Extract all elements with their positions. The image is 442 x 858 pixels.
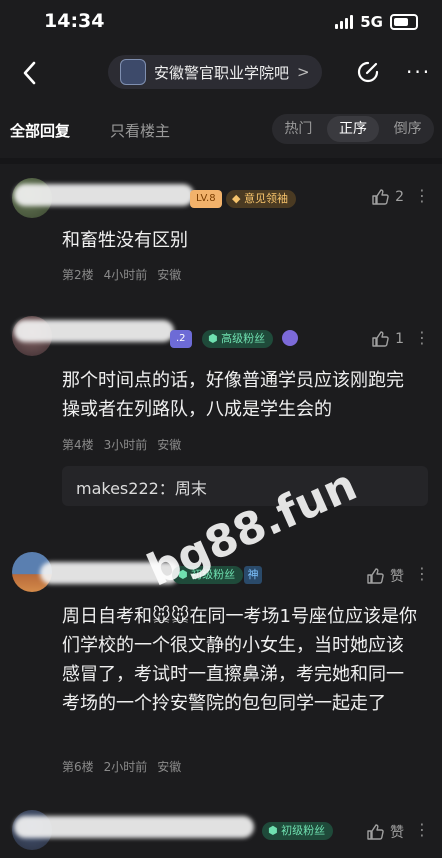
badge-label: 高级粉丝 bbox=[221, 332, 266, 345]
junior-fan-badge: ⬢ 初级粉丝 bbox=[172, 566, 244, 584]
sub-reply-user[interactable]: makes222： bbox=[76, 479, 175, 498]
level-badge: LV.8 bbox=[190, 190, 222, 208]
fan-level-icon: ⬢ bbox=[268, 824, 278, 837]
junior-fan-badge: ⬢ 初级粉丝 bbox=[262, 822, 334, 840]
fan-level-icon: ⬢ bbox=[178, 568, 188, 581]
thumbs-up-icon bbox=[367, 568, 384, 584]
reply-post: .2 ⬢ 高级粉丝 1 ⋮ 那个时间点的话，好像普通学员应该刚跑完操或者在列路队… bbox=[0, 308, 442, 518]
more-vertical-icon[interactable]: ⋮ bbox=[414, 564, 430, 583]
like-button[interactable]: 赞 bbox=[366, 566, 404, 586]
forum-pill[interactable]: 安徽警官职业学院吧 > bbox=[108, 55, 322, 89]
fan-level-icon: ⬢ bbox=[208, 332, 218, 345]
more-vertical-icon[interactable]: ⋮ bbox=[414, 328, 430, 347]
redacted-username bbox=[40, 562, 180, 584]
status-icons: 5G bbox=[335, 13, 418, 31]
post-time: 4小时前 bbox=[103, 268, 148, 282]
floor-number: 第4楼 bbox=[62, 438, 94, 452]
thumbs-up-icon bbox=[367, 824, 384, 840]
diamond-icon: ◆ bbox=[232, 192, 241, 205]
ip-location: 安徽 bbox=[157, 438, 182, 452]
reply-post: ⬢ 初级粉丝 赞 ⋮ bbox=[0, 800, 442, 858]
post-time: 2小时前 bbox=[103, 760, 148, 774]
battery-icon bbox=[390, 14, 418, 30]
forum-name: 安徽警官职业学院吧 bbox=[154, 63, 290, 82]
god-tag: 神 bbox=[244, 566, 262, 584]
badge-label: 初级粉丝 bbox=[281, 824, 326, 837]
sort-hot[interactable]: 热门 bbox=[272, 116, 325, 142]
clock: 14:34 bbox=[44, 10, 105, 32]
reply-post: ⬢ 初级粉丝 神 赞 ⋮ 周日自考和🐭🐭在同一考场1号座位应该是你们学校的一个很… bbox=[0, 540, 442, 790]
redacted-username bbox=[14, 320, 174, 342]
reply-tabs: 全部回复 只看楼主 热门 正序 倒序 bbox=[0, 110, 442, 150]
level-badge: .2 bbox=[170, 330, 192, 348]
forum-logo bbox=[120, 59, 146, 85]
like-button[interactable]: 1 bbox=[371, 330, 404, 348]
section-divider bbox=[0, 158, 442, 164]
sub-reply-text: 周末 bbox=[174, 479, 207, 498]
tab-all-replies[interactable]: 全部回复 bbox=[10, 120, 70, 141]
post-time: 3小时前 bbox=[103, 438, 148, 452]
reply-meta: 第6楼 2小时前 安徽 bbox=[62, 758, 191, 775]
badge-label: 初级粉丝 bbox=[191, 568, 236, 581]
ip-location: 安徽 bbox=[157, 268, 182, 282]
like-button[interactable]: 赞 bbox=[366, 822, 404, 842]
chevron-right-icon: > bbox=[297, 63, 310, 81]
chevron-left-icon bbox=[23, 61, 36, 85]
edit-icon[interactable] bbox=[356, 60, 380, 84]
sub-reply: makes222：周末 bbox=[76, 475, 207, 499]
sort-descending[interactable]: 倒序 bbox=[381, 116, 434, 142]
more-icon[interactable]: ··· bbox=[406, 60, 431, 84]
tab-op-only[interactable]: 只看楼主 bbox=[110, 120, 170, 141]
badge-label: 意见领袖 bbox=[243, 192, 288, 205]
reply-content: 那个时间点的话，好像普通学员应该刚跑完操或者在列路队，八成是学生会的 bbox=[62, 370, 404, 420]
network-label: 5G bbox=[360, 13, 383, 31]
thumbs-up-icon bbox=[372, 331, 389, 347]
floor-number: 第6楼 bbox=[62, 760, 94, 774]
like-count: 1 bbox=[395, 331, 404, 347]
back-button[interactable] bbox=[18, 58, 42, 88]
senior-fan-badge: ⬢ 高级粉丝 bbox=[202, 330, 274, 348]
like-count: 2 bbox=[395, 189, 404, 205]
like-button[interactable]: 2 bbox=[371, 188, 404, 206]
opinion-leader-badge: ◆ 意见领袖 bbox=[226, 190, 296, 208]
like-label: 赞 bbox=[390, 569, 404, 585]
like-label: 赞 bbox=[390, 825, 404, 841]
signal-icon bbox=[335, 15, 354, 29]
member-icon bbox=[282, 330, 298, 346]
reply-content: 和畜牲没有区别 bbox=[62, 230, 188, 251]
reply-meta: 第4楼 3小时前 安徽 bbox=[62, 436, 191, 453]
floor-number: 第2楼 bbox=[62, 268, 94, 282]
thumbs-up-icon bbox=[372, 189, 389, 205]
sort-toggle: 热门 正序 倒序 bbox=[272, 114, 434, 144]
more-vertical-icon[interactable]: ⋮ bbox=[414, 186, 430, 205]
sub-reply-box[interactable]: makes222：周末 bbox=[62, 466, 428, 506]
sort-ascending[interactable]: 正序 bbox=[326, 116, 380, 142]
more-vertical-icon[interactable]: ⋮ bbox=[414, 820, 430, 839]
reply-meta: 第2楼 4小时前 安徽 bbox=[62, 266, 191, 283]
status-bar: 14:34 5G bbox=[0, 0, 442, 46]
redacted-username bbox=[14, 184, 194, 206]
reply-content: 周日自考和🐭🐭在同一考场1号座位应该是你们学校的一个很文静的小女生，当时她应该感… bbox=[62, 606, 417, 714]
nav-bar: 安徽警官职业学院吧 > ··· bbox=[0, 46, 442, 102]
ip-location: 安徽 bbox=[157, 760, 182, 774]
reply-post: LV.8 ◆ 意见领袖 2 ⋮ 和畜牲没有区别 第2楼 4小时前 安徽 bbox=[0, 172, 442, 292]
redacted-username bbox=[14, 816, 254, 838]
